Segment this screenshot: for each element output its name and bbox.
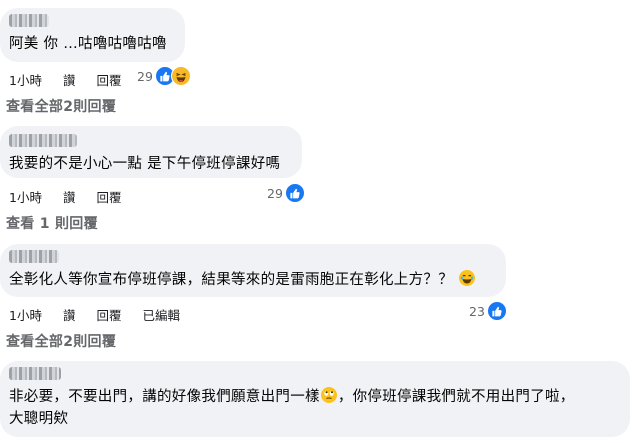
reaction-summary[interactable]: 23	[469, 301, 507, 321]
author-name-redacted[interactable]	[9, 14, 49, 27]
reaction-count: 29	[267, 185, 283, 201]
edited-label[interactable]: 已編輯	[142, 305, 180, 324]
laughing-emoji	[458, 270, 475, 286]
comment-bubble-2: 我要的不是小心一點 是下午停班停課好嗎	[0, 126, 302, 178]
comment-text-line2: 大聰明欸	[9, 411, 69, 427]
timestamp[interactable]: 1小時	[9, 70, 42, 89]
reaction-summary[interactable]: 29	[267, 183, 305, 203]
view-replies-link[interactable]: 查看全部2則回覆	[6, 96, 116, 116]
comment-text-part2: ，你停班停課我們就不用出門了啦，	[337, 389, 575, 405]
haha-icon	[170, 66, 191, 86]
like-button[interactable]: 讚	[63, 70, 76, 89]
comment-text: 阿美 你 …咕嚕咕嚕咕嚕	[9, 36, 167, 52]
rolling-eyes-emoji	[320, 387, 337, 403]
comment-actions: 1小時 讚 回覆 已編輯	[9, 305, 201, 324]
timestamp[interactable]: 1小時	[9, 305, 42, 324]
comment-text: 全彰化人等你宣布停班停課，結果等來的是雷雨胞正在彰化上方？？	[9, 269, 494, 291]
view-replies-link[interactable]: 查看 1 則回覆	[6, 213, 98, 233]
author-name-redacted[interactable]	[9, 250, 59, 263]
reply-button[interactable]: 回覆	[96, 305, 121, 324]
reaction-summary[interactable]: 29	[137, 66, 191, 86]
comment-text: 非必要，不要出門，講的好像我們願意出門一樣 ，你停班停課我們就不用出門了啦， 大…	[9, 386, 618, 430]
comment-text: 我要的不是小心一點 是下午停班停課好嗎	[9, 156, 281, 172]
reaction-count: 29	[137, 68, 153, 84]
timestamp[interactable]: 1小時	[9, 187, 42, 206]
comment-bubble-1: 阿美 你 …咕嚕咕嚕咕嚕	[0, 8, 185, 62]
comment-text-body: 全彰化人等你宣布停班停課，結果等來的是雷雨胞正在彰化上方？？	[9, 272, 453, 288]
reply-button[interactable]: 回覆	[96, 187, 121, 206]
reaction-count: 23	[469, 303, 485, 319]
author-name-redacted[interactable]	[9, 134, 77, 147]
like-button[interactable]: 讚	[63, 305, 76, 324]
view-replies-link[interactable]: 查看全部2則回覆	[6, 331, 116, 351]
like-button[interactable]: 讚	[63, 187, 76, 206]
comment-text-part1: 非必要，不要出門，講的好像我們願意出門一樣	[9, 389, 320, 405]
like-icon	[284, 183, 305, 203]
reply-button[interactable]: 回覆	[96, 70, 121, 89]
comment-bubble-4: 非必要，不要出門，講的好像我們願意出門一樣 ，你停班停課我們就不用出門了啦， 大…	[0, 361, 630, 437]
comment-bubble-3: 全彰化人等你宣布停班停課，結果等來的是雷雨胞正在彰化上方？？	[0, 244, 506, 297]
comment-actions: 1小時 讚 回覆	[9, 187, 142, 206]
author-name-redacted[interactable]	[9, 367, 61, 380]
like-icon	[486, 301, 507, 321]
comment-actions: 1小時 讚 回覆	[9, 70, 142, 89]
